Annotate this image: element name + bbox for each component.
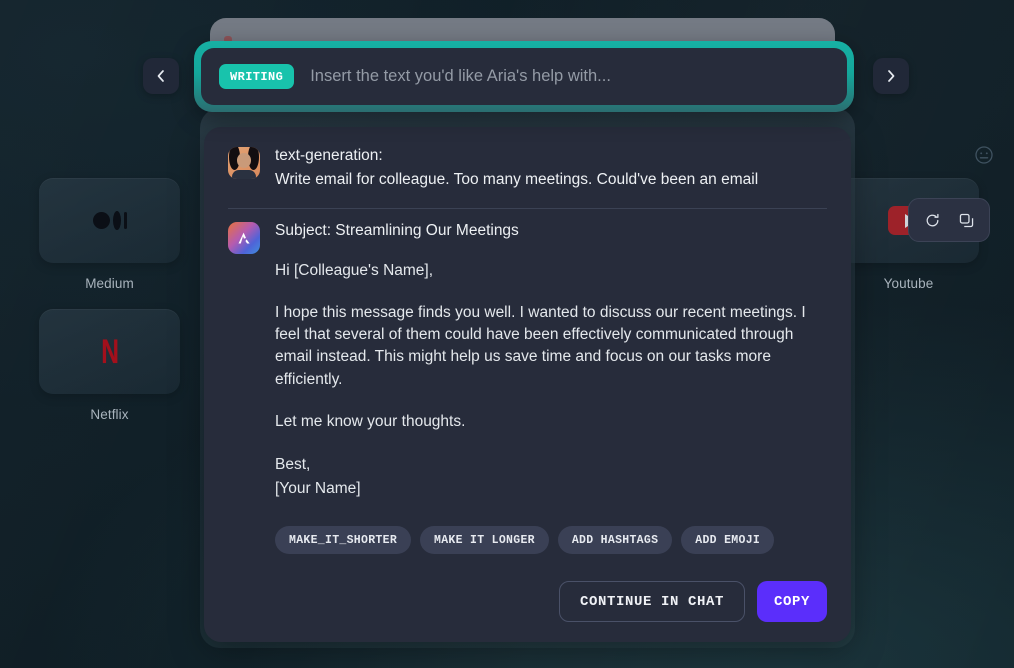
- prompt-input[interactable]: [310, 67, 829, 86]
- refresh-icon[interactable]: [917, 206, 947, 234]
- shortcut-medium-tile[interactable]: [39, 178, 180, 263]
- email-closing-request: Let me know your thoughts.: [275, 413, 466, 431]
- user-message-row: text-generation: Write email for colleag…: [228, 147, 827, 191]
- shortcut-medium[interactable]: Medium: [39, 178, 180, 291]
- chip-add-hashtags[interactable]: ADD HASHTAGS: [557, 526, 673, 555]
- message-divider: [228, 208, 827, 209]
- shortcut-medium-label: Medium: [85, 276, 134, 291]
- aria-avatar: [228, 222, 260, 254]
- medium-logo-icon: [92, 211, 127, 230]
- chip-add-emoji[interactable]: ADD EMOJI: [681, 526, 775, 555]
- shortcut-netflix-tile[interactable]: N: [39, 309, 180, 394]
- message-actions-toolbar: [908, 198, 990, 242]
- writing-mode-badge[interactable]: WRITING: [219, 64, 295, 89]
- email-greeting: Hi [Colleague's Name],: [275, 262, 434, 279]
- assistant-message-row: Subject: Streamlining Our Meetings Hi [C…: [228, 222, 827, 555]
- user-avatar: [228, 147, 260, 179]
- email-body-paragraph: I hope this message finds you well. I wa…: [275, 303, 806, 388]
- shortcuts-left-column: Medium N Netflix: [39, 178, 180, 422]
- shortcut-youtube-label: Youtube: [883, 276, 934, 291]
- email-subject-line: Subject: Streamlining Our Meetings: [275, 222, 519, 239]
- email-signoff: Best, [Your Name]: [275, 453, 827, 500]
- shortcut-netflix[interactable]: N Netflix: [39, 309, 180, 422]
- continue-in-chat-button[interactable]: CONTINUE IN CHAT: [558, 581, 745, 622]
- result-panel: text-generation: Write email for colleag…: [204, 127, 851, 642]
- user-message-body: text-generation: Write email for colleag…: [275, 147, 827, 191]
- assistant-message-body: Subject: Streamlining Our Meetings Hi [C…: [275, 222, 827, 555]
- user-prompt-text: Write email for colleague. Too many meet…: [275, 171, 759, 188]
- netflix-logo-icon: N: [101, 332, 119, 371]
- smiley-face-icon[interactable]: [972, 143, 996, 167]
- email-signoff-line-1: Best,: [275, 455, 311, 473]
- copy-icon[interactable]: [951, 206, 981, 234]
- generation-type-label: text-generation:: [275, 147, 383, 164]
- chip-make-it-shorter[interactable]: MAKE_IT_SHORTER: [275, 526, 412, 555]
- chip-make-it-longer[interactable]: MAKE IT LONGER: [420, 526, 549, 555]
- shortcut-netflix-label: Netflix: [90, 407, 129, 422]
- suggestion-chips-row: MAKE_IT_SHORTER MAKE IT LONGER ADD HASHT…: [275, 526, 827, 555]
- prompt-bar: WRITING: [194, 41, 854, 112]
- chevron-right-icon[interactable]: [873, 58, 909, 94]
- footer-actions: CONTINUE IN CHAT COPY: [558, 581, 827, 622]
- chevron-left-icon[interactable]: [143, 58, 179, 94]
- copy-button[interactable]: COPY: [756, 581, 827, 622]
- email-signoff-line-2: [Your Name]: [275, 479, 361, 497]
- prompt-bar-inner: WRITING: [201, 48, 847, 105]
